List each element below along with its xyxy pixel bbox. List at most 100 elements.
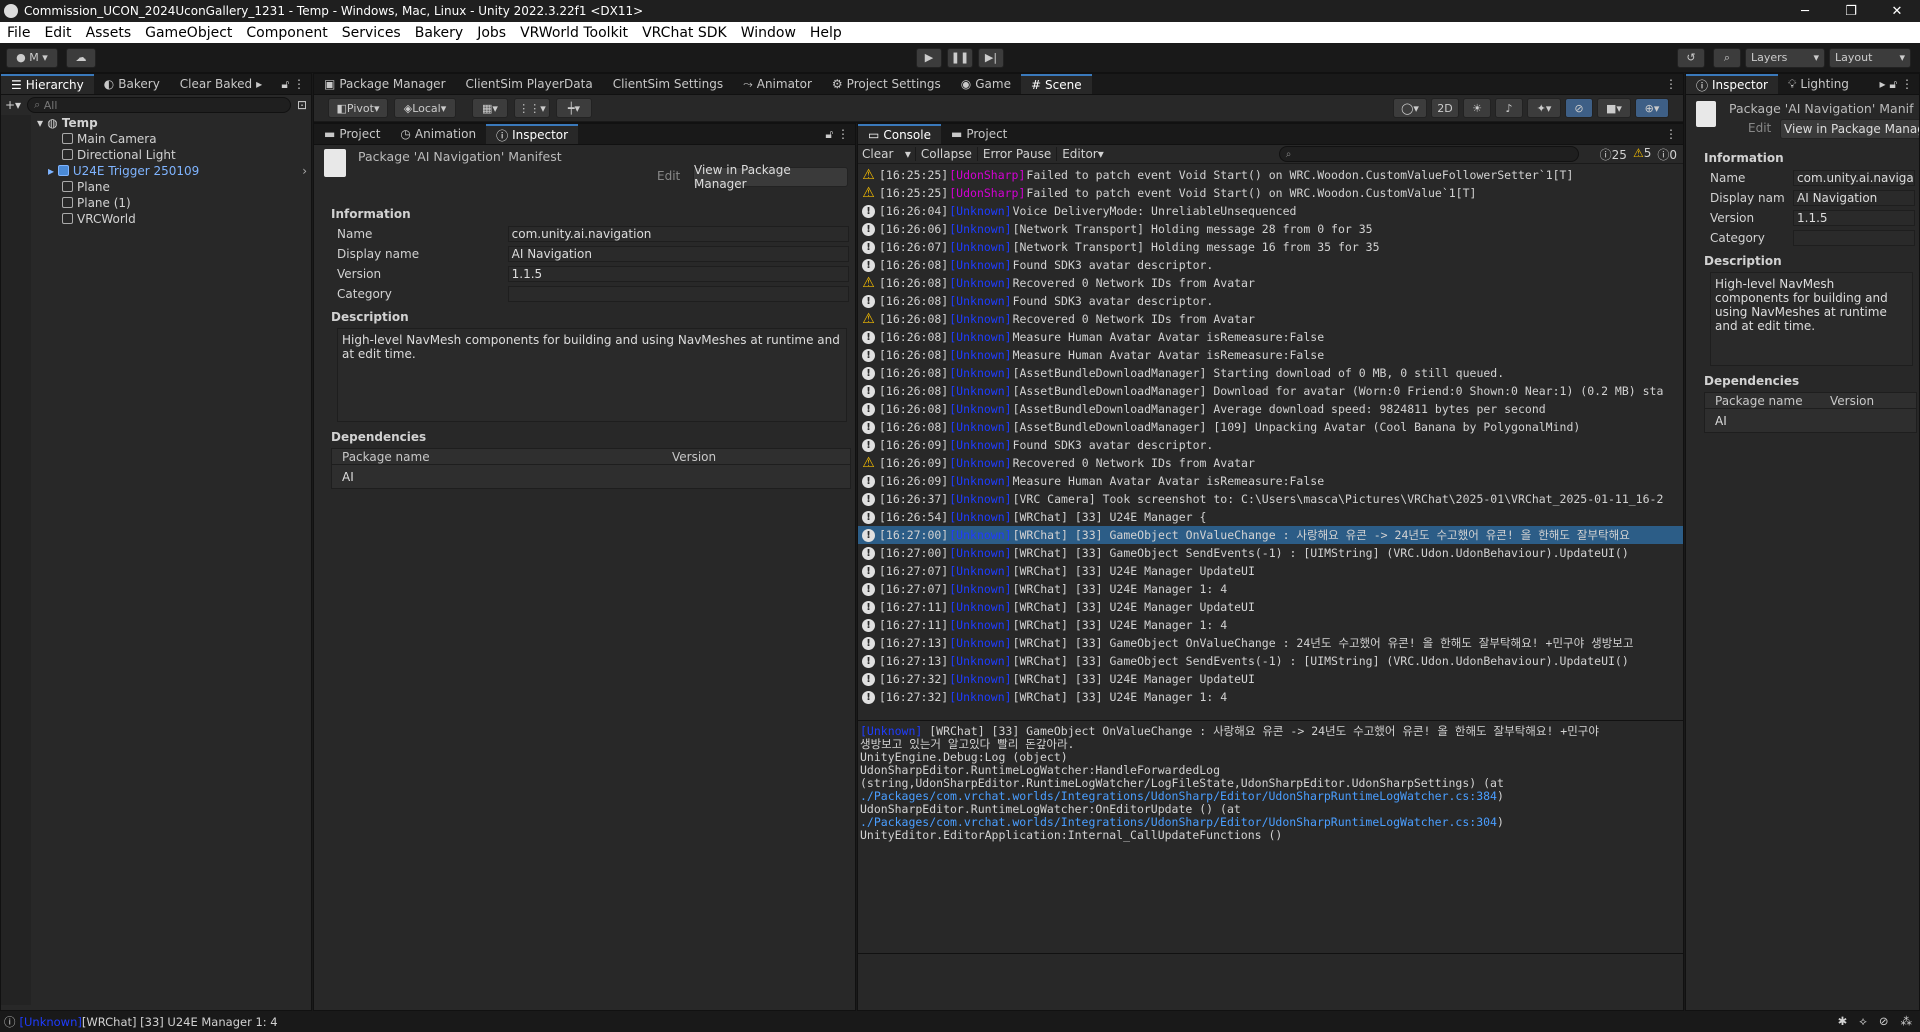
category-field[interactable]: [1793, 229, 1915, 246]
cache-server-icon[interactable]: ⊘: [1879, 1014, 1889, 1029]
increment-snap-button[interactable]: ⋮⋮▾: [514, 98, 550, 118]
source-link[interactable]: ./Packages/com.vrchat.worlds/Integration…: [860, 815, 1497, 829]
console-log-row[interactable]: ! [16:26:08] [Unknown] Found SDK3 avatar d…: [858, 256, 1683, 274]
source-link[interactable]: ./Packages/com.vrchat.worlds/Integration…: [860, 789, 1497, 803]
menu-help[interactable]: Help: [803, 25, 849, 41]
minimize-button[interactable]: ─: [1782, 4, 1828, 19]
console-log-row[interactable]: ! [16:26:54] [Unknown] [WRChat] [33] U24E …: [858, 508, 1683, 526]
panel-menu-button[interactable]: ⋮: [1659, 74, 1683, 94]
toggle-2d-button[interactable]: 2D: [1431, 98, 1459, 118]
console-log-row[interactable]: ⚠ [16:26:08] [Unknown] Recovered 0 Network…: [858, 310, 1683, 328]
console-log-row[interactable]: ⚠ [16:25:25] [UdonSharp] Failed to patch e…: [858, 166, 1683, 184]
tab-lighting[interactable]: 💡︎ Lighting: [1778, 74, 1859, 94]
console-log-row[interactable]: ! [16:27:32] [Unknown] [WRChat] [33] U24E …: [858, 670, 1683, 688]
console-log-row[interactable]: ! [16:27:32] [Unknown] [WRChat] [33] U24E …: [858, 688, 1683, 706]
console-log-row[interactable]: ! [16:26:08] [Unknown] [AssetBundleDownloa…: [858, 418, 1683, 436]
progress-icon[interactable]: ⁂: [1901, 1014, 1913, 1029]
local-toggle[interactable]: ◈ Local ▾: [394, 98, 456, 118]
name-field[interactable]: com.unity.ai.navigation: [507, 225, 849, 242]
console-log-row[interactable]: ! [16:27:11] [Unknown] [WRChat] [33] U24E …: [858, 598, 1683, 616]
dependency-row[interactable]: AI: [331, 465, 851, 489]
hierarchy-item[interactable]: VRCWorld: [31, 211, 311, 227]
panel-menu-button[interactable]: ▸ 🔓︎ ⋮: [1874, 74, 1919, 94]
console-log-row[interactable]: ! [16:27:11] [Unknown] [WRChat] [33] U24E …: [858, 616, 1683, 634]
hierarchy-item[interactable]: Plane: [31, 179, 311, 195]
console-log-row[interactable]: ! [16:26:08] [Unknown] Measure Human Avata…: [858, 328, 1683, 346]
pivot-toggle[interactable]: ◧ Pivot ▾: [328, 98, 388, 118]
display-name-field[interactable]: AI Navigation: [507, 245, 849, 262]
description-textarea[interactable]: High-level NavMesh components for buildi…: [1710, 272, 1913, 366]
tab-package-manager[interactable]: ▣ Package Manager: [314, 74, 456, 94]
console-log-row[interactable]: ! [16:26:06] [Unknown] [Network Transport]…: [858, 220, 1683, 238]
ruler-button[interactable]: ┿▾: [556, 98, 592, 118]
tab-bakery[interactable]: ◐ Bakery: [94, 74, 170, 94]
account-button[interactable]: ● M ▾: [6, 47, 58, 68]
panel-menu-button[interactable]: ⋮: [1659, 124, 1683, 144]
console-log-row[interactable]: ! [16:27:07] [Unknown] [WRChat] [33] U24E …: [858, 562, 1683, 580]
layers-dropdown[interactable]: Layers ▾: [1745, 47, 1825, 68]
console-log-row[interactable]: ⚠ [16:25:25] [UdonSharp] Failed to patch e…: [858, 184, 1683, 202]
tab-animation[interactable]: ◷ Animation: [390, 124, 486, 144]
maximize-button[interactable]: ❐: [1828, 4, 1874, 19]
tab-inspector[interactable]: ⓘ Inspector: [486, 124, 579, 144]
bake-icon[interactable]: ⟡: [1859, 1014, 1867, 1029]
menu-bakery[interactable]: Bakery: [408, 25, 470, 41]
tab-clientsim-settings[interactable]: ClientSim Settings: [603, 74, 733, 94]
console-log-row[interactable]: ! [16:26:08] [Unknown] Measure Human Avata…: [858, 346, 1683, 364]
info-filter-toggle[interactable]: ⓘ25: [1600, 146, 1627, 163]
console-log-row[interactable]: ! [16:26:08] [Unknown] Found SDK3 avatar d…: [858, 292, 1683, 310]
display-name-field[interactable]: AI Navigation: [1793, 189, 1915, 206]
version-field[interactable]: 1.1.5: [507, 265, 849, 282]
tab-hierarchy[interactable]: ☰ Hierarchy: [1, 74, 94, 94]
console-log-row[interactable]: ! [16:26:07] [Unknown] [Network Transport]…: [858, 238, 1683, 256]
play-button[interactable]: ▶: [916, 47, 942, 68]
console-log-row[interactable]: ! [16:27:07] [Unknown] [WRChat] [33] U24E …: [858, 580, 1683, 598]
clear-button[interactable]: Clear ▾: [858, 147, 915, 161]
view-in-package-manager-button[interactable]: View in Package Manag: [1780, 119, 1919, 139]
version-field[interactable]: 1.1.5: [1793, 209, 1915, 226]
menu-window[interactable]: Window: [734, 25, 803, 41]
tab-clientsim-playerdata[interactable]: ClientSim PlayerData: [456, 74, 603, 94]
dependency-row[interactable]: AI: [1704, 409, 1917, 433]
hierarchy-item-prefab[interactable]: ▸ U24E Trigger 250109 ›: [31, 163, 311, 179]
hierarchy-item[interactable]: Main Camera: [31, 131, 311, 147]
tab-inspector-right[interactable]: ⓘ Inspector: [1686, 74, 1778, 94]
grid-snap-button[interactable]: ▦▾: [472, 98, 508, 118]
audio-toggle-button[interactable]: ♪: [1495, 98, 1523, 118]
panel-menu-button[interactable]: 🔓︎ ⋮: [275, 74, 311, 94]
editor-dropdown[interactable]: Editor▾: [1056, 147, 1109, 161]
console-log-row[interactable]: ! [16:27:00] [Unknown] [WRChat] [33] GameO…: [858, 544, 1683, 562]
error-pause-toggle[interactable]: Error Pause: [976, 147, 1056, 161]
description-textarea[interactable]: High-level NavMesh components for buildi…: [337, 328, 847, 422]
name-field[interactable]: com.unity.ai.navigatio: [1793, 169, 1915, 186]
tab-console[interactable]: ▭ Console: [858, 124, 941, 144]
console-log-row[interactable]: ! [16:26:08] [Unknown] [AssetBundleDownloa…: [858, 364, 1683, 382]
status-message[interactable]: [WRChat] [33] U24E Manager 1: 4: [82, 1015, 278, 1029]
tab-project-settings[interactable]: ⚙ Project Settings: [822, 74, 951, 94]
console-log-row[interactable]: ! [16:26:08] [Unknown] [AssetBundleDownloa…: [858, 400, 1683, 418]
lighting-toggle-button[interactable]: ☀: [1463, 98, 1491, 118]
tab-game[interactable]: ◉ Game: [951, 74, 1021, 94]
view-in-package-manager-button[interactable]: View in Package Manager: [693, 163, 848, 191]
hidden-objects-toggle[interactable]: ⊘: [1565, 98, 1593, 118]
pause-button[interactable]: ❚❚: [947, 47, 973, 68]
menu-assets[interactable]: Assets: [79, 25, 139, 41]
step-button[interactable]: ▶|: [978, 47, 1004, 68]
hierarchy-item[interactable]: Directional Light: [31, 147, 311, 163]
cloud-button[interactable]: ☁: [66, 47, 96, 68]
console-log-row[interactable]: ⚠ [16:26:08] [Unknown] Recovered 0 Network…: [858, 274, 1683, 292]
hierarchy-search-input[interactable]: ⌕ All: [27, 97, 291, 113]
panel-menu-button[interactable]: 🔓︎ ⋮: [819, 124, 855, 144]
console-log-row[interactable]: ! [16:26:08] [Unknown] [AssetBundleDownloa…: [858, 382, 1683, 400]
console-log-row[interactable]: ⚠ [16:26:09] [Unknown] Recovered 0 Network…: [858, 454, 1683, 472]
menu-gameobject[interactable]: GameObject: [138, 25, 239, 41]
shading-mode-button[interactable]: ◯▾: [1393, 98, 1427, 118]
menu-services[interactable]: Services: [335, 25, 408, 41]
menu-vrworld-toolkit[interactable]: VRWorld Toolkit: [513, 25, 635, 41]
layout-dropdown[interactable]: Layout ▾: [1829, 47, 1911, 68]
category-field[interactable]: [507, 285, 849, 302]
console-log-row[interactable]: ! [16:27:13] [Unknown] [WRChat] [33] GameO…: [858, 634, 1683, 652]
error-filter-toggle[interactable]: ⓘ0: [1657, 146, 1677, 163]
edit-button[interactable]: Edit: [1748, 121, 1771, 135]
add-button[interactable]: +▾: [5, 98, 21, 112]
